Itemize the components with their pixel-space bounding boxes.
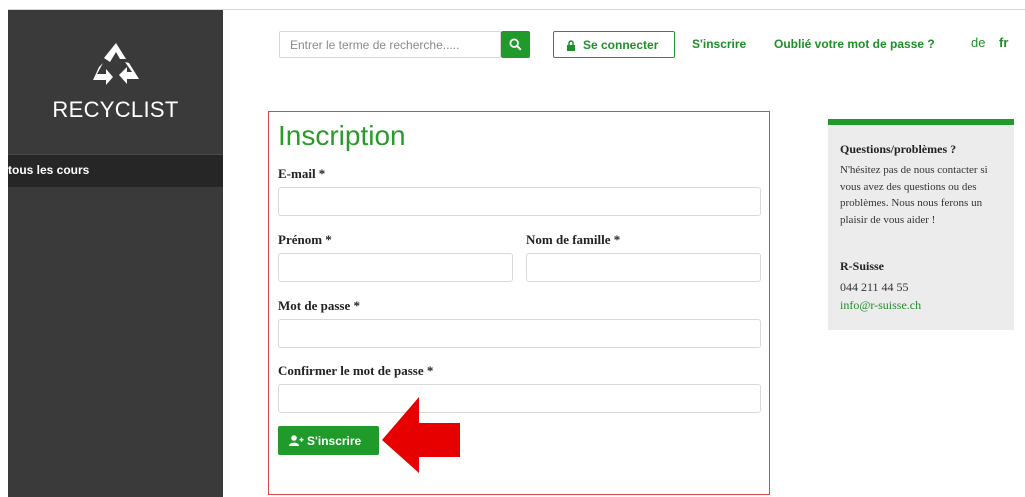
firstname-field[interactable] — [278, 253, 513, 282]
help-phone: 044 211 44 55 — [840, 280, 909, 294]
sidebar-nav: tous les cours — [8, 154, 223, 187]
login-label: Se connecter — [583, 38, 659, 52]
login-button[interactable]: Se connecter — [553, 31, 675, 58]
search-box — [279, 31, 510, 58]
help-org: R-Suisse — [840, 259, 885, 273]
lang-de[interactable]: de — [971, 35, 985, 50]
lastname-label: Nom de famille * — [526, 232, 621, 247]
password-field[interactable] — [278, 319, 761, 348]
confirm-password-label: Confirmer le mot de passe * — [278, 363, 434, 378]
window-left-border — [0, 0, 8, 497]
lock-icon — [567, 40, 575, 51]
recycle-icon — [93, 43, 139, 85]
confirm-password-field[interactable] — [278, 384, 761, 413]
forgot-password-link[interactable]: Oublié votre mot de passe ? — [774, 37, 935, 51]
window-top-border — [0, 0, 1025, 10]
lastname-field[interactable] — [526, 253, 761, 282]
firstname-label: Prénom * — [278, 232, 332, 247]
email-field[interactable] — [278, 187, 761, 216]
password-label: Mot de passe * — [278, 298, 360, 313]
register-submit-button[interactable]: S'inscrire — [278, 426, 379, 455]
register-submit-label: S'inscrire — [307, 434, 362, 448]
email-label: E-mail * — [278, 166, 326, 181]
help-panel: Questions/problèmes ? N'hésitez pas de n… — [828, 119, 1014, 330]
register-link[interactable]: S'inscrire — [692, 37, 746, 51]
help-text: N'hésitez pas de nous contacter si vous … — [840, 164, 988, 226]
page-title: Inscription — [278, 120, 406, 151]
search-icon — [509, 38, 522, 51]
sidebar: RECYCLIST tous les cours — [8, 10, 223, 497]
help-title: Questions/problèmes ? — [840, 142, 957, 156]
help-email-link[interactable]: info@r-suisse.ch — [840, 298, 921, 313]
logo-text: RECYCLIST — [52, 97, 179, 122]
lang-fr[interactable]: fr — [999, 35, 1008, 50]
user-plus-icon — [289, 435, 304, 446]
red-arrow-icon — [382, 397, 460, 473]
sidebar-item-all-courses[interactable]: tous les cours — [8, 163, 89, 177]
search-button[interactable] — [501, 31, 530, 58]
search-input[interactable] — [280, 32, 510, 57]
logo[interactable]: RECYCLIST — [8, 35, 223, 135]
